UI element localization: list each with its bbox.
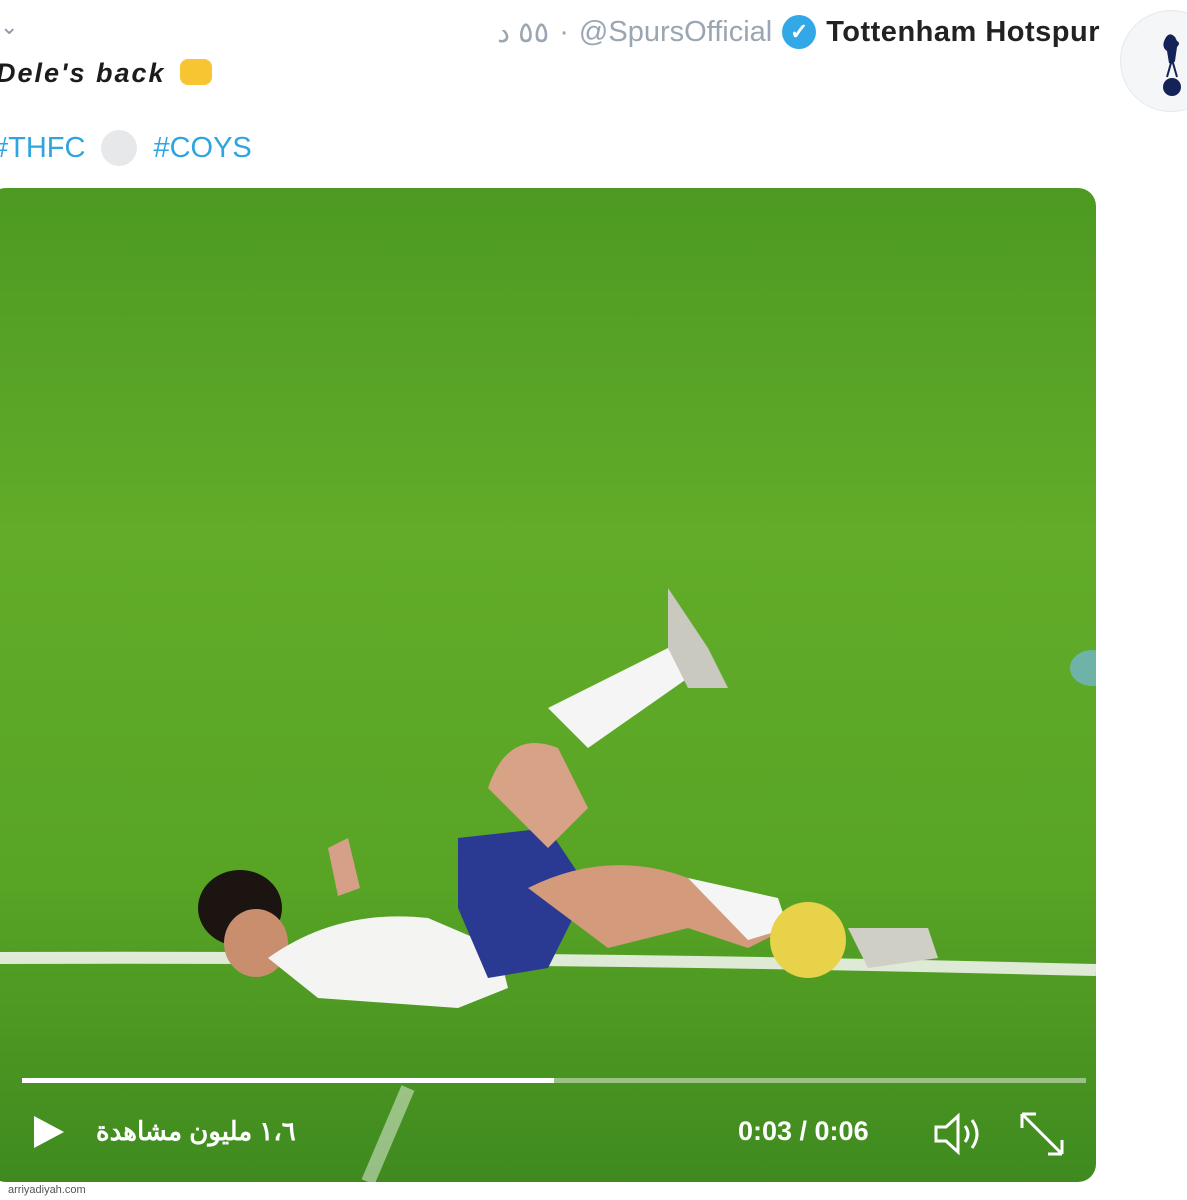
spurs-cockerel-logo bbox=[1163, 34, 1181, 96]
watermark: arriyadiyah.com bbox=[8, 1184, 86, 1196]
separator-dot: · bbox=[559, 15, 569, 48]
user-handle[interactable]: @SpursOfficial bbox=[579, 16, 772, 49]
time-display: 0:03 / 0:06 bbox=[738, 1116, 869, 1146]
avatar[interactable] bbox=[1120, 10, 1187, 112]
view-count: ١،٦ مليون مشاهدة bbox=[96, 1116, 296, 1146]
tweet-text: Dele's back bbox=[0, 58, 212, 89]
video-frame bbox=[0, 588, 1096, 1182]
hashtag-coys[interactable]: #COYS bbox=[153, 132, 251, 165]
video-progress-fill bbox=[22, 1078, 554, 1083]
tweet-header: Tottenham Hotspur ✓ @SpursOfficial · ٥٥ … bbox=[400, 12, 1100, 52]
verified-badge-icon: ✓ bbox=[782, 15, 817, 49]
volume-icon[interactable] bbox=[932, 1112, 988, 1156]
chevron-down-icon[interactable]: ⌄ bbox=[0, 14, 18, 40]
fist-emoji-icon bbox=[179, 58, 212, 85]
football-emoji-icon bbox=[101, 130, 138, 166]
hashtags: #THFC #COYS bbox=[0, 130, 252, 166]
video-player[interactable]: ١،٦ مليون مشاهدة 0:03 / 0:06 bbox=[0, 188, 1096, 1182]
tweet-timestamp[interactable]: ٥٥ د bbox=[497, 15, 549, 50]
fullscreen-icon[interactable] bbox=[1018, 1110, 1066, 1158]
hashtag-thfc[interactable]: #THFC bbox=[0, 132, 85, 165]
tweet-text-content: Dele's back bbox=[0, 58, 166, 88]
display-name[interactable]: Tottenham Hotspur bbox=[826, 16, 1100, 49]
play-icon[interactable] bbox=[28, 1112, 68, 1152]
video-controls: ١،٦ مليون مشاهدة 0:03 / 0:06 bbox=[0, 1092, 1096, 1182]
